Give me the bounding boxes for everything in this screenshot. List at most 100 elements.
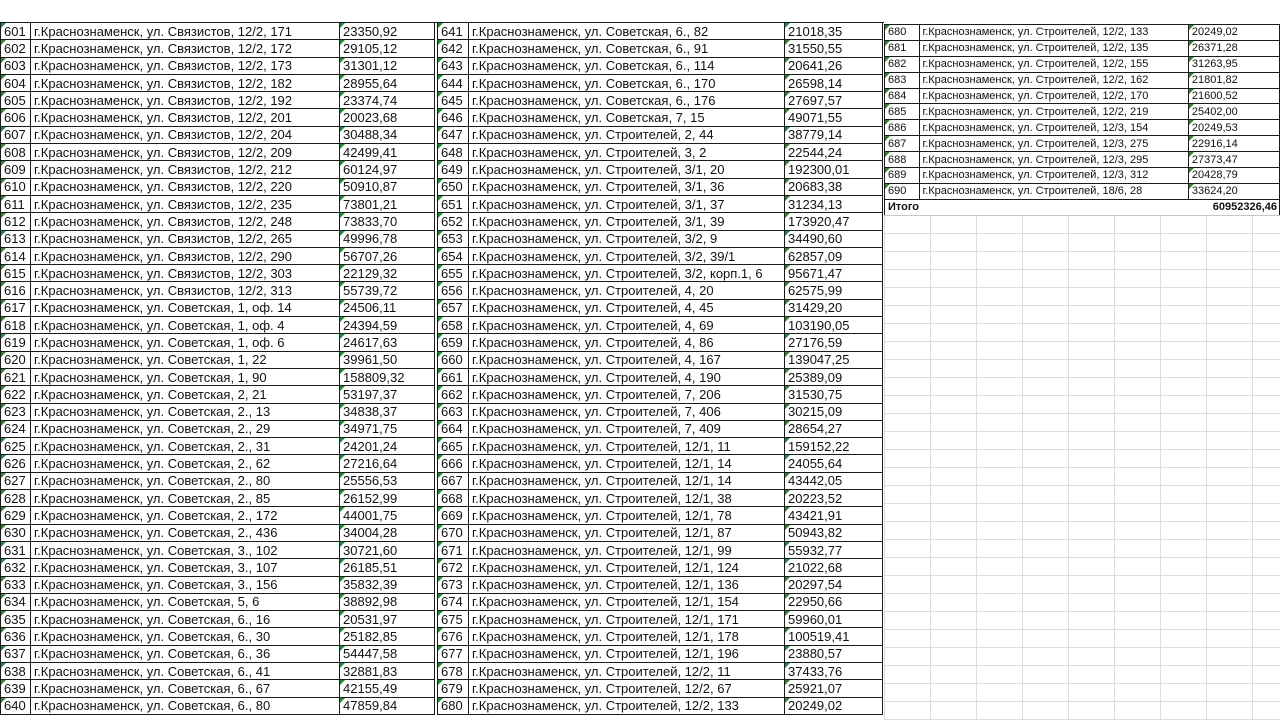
amount-cell[interactable]: 54447,58	[339, 644, 435, 663]
row-number-cell[interactable]: 688	[884, 151, 920, 169]
amount-cell[interactable]: 42155,49	[339, 679, 435, 698]
address-cell[interactable]: г.Краснознаменск, ул. Советская, 6., 16	[30, 610, 340, 629]
table-row[interactable]: 650 г.Краснознаменск, ул. Строителей, 3/1…	[437, 177, 883, 196]
table-row[interactable]: 615 г.Краснознаменск, ул. Связистов, 12/2…	[0, 264, 435, 283]
table-row[interactable]: 638 г.Краснознаменск, ул. Советская, 6., …	[0, 661, 435, 681]
amount-cell[interactable]: 50910,87	[339, 177, 435, 196]
row-number-cell[interactable]: 671	[437, 540, 469, 560]
table-row[interactable]: 673 г.Краснознаменск, ул. Строителей, 12/…	[437, 575, 883, 594]
table-row[interactable]: 626 г.Краснознаменск, ул. Советская, 2., …	[0, 454, 435, 473]
table-row[interactable]: 649 г.Краснознаменск, ул. Строителей, 3/1…	[437, 160, 883, 179]
amount-cell[interactable]: 21018,35	[784, 21, 883, 41]
address-cell[interactable]: г.Краснознаменск, ул. Советская, 2., 80	[30, 471, 340, 491]
amount-cell[interactable]: 49996,78	[339, 229, 435, 248]
address-cell[interactable]: г.Краснознаменск, ул. Советская, 1, оф. …	[30, 333, 340, 352]
row-number-cell[interactable]: 630	[0, 523, 31, 542]
row-number-cell[interactable]: 677	[437, 644, 469, 663]
address-cell[interactable]: г.Краснознаменск, ул. Связистов, 12/2, 2…	[30, 177, 340, 196]
table-row[interactable]: 612 г.Краснознаменск, ул. Связистов, 12/2…	[0, 212, 435, 231]
row-number-cell[interactable]: 624	[0, 419, 31, 439]
address-cell[interactable]: г.Краснознаменск, ул. Строителей, 12/1, …	[468, 627, 785, 646]
row-number-cell[interactable]: 639	[0, 679, 31, 698]
table-row[interactable]: 601 г.Краснознаменск, ул. Связистов, 12/2…	[0, 21, 435, 41]
amount-cell[interactable]: 23350,92	[339, 21, 435, 41]
amount-cell[interactable]: 159152,22	[784, 437, 883, 456]
address-cell[interactable]: г.Краснознаменск, ул. Строителей, 12/3, …	[918, 119, 1189, 137]
amount-cell[interactable]: 30215,09	[784, 402, 883, 421]
amount-cell[interactable]: 38779,14	[784, 125, 883, 145]
address-cell[interactable]: г.Краснознаменск, ул. Строителей, 12/2, …	[918, 55, 1189, 73]
address-cell[interactable]: г.Краснознаменск, ул. Советская, 2., 62	[30, 454, 340, 473]
row-number-cell[interactable]: 670	[437, 523, 469, 542]
address-cell[interactable]: г.Краснознаменск, ул. Советская, 6., 30	[30, 627, 340, 646]
amount-cell[interactable]: 21801,82	[1187, 71, 1280, 89]
amount-cell[interactable]: 31550,55	[784, 39, 883, 58]
amount-cell[interactable]: 22129,32	[339, 264, 435, 283]
address-cell[interactable]: г.Краснознаменск, ул. Советская, 6., 170	[468, 73, 785, 93]
table-row[interactable]: 640 г.Краснознаменск, ул. Советская, 6., …	[0, 696, 435, 715]
address-cell[interactable]: г.Краснознаменск, ул. Строителей, 18/6, …	[918, 182, 1189, 200]
table-row[interactable]: 631 г.Краснознаменск, ул. Советская, 3., …	[0, 540, 435, 560]
amount-cell[interactable]: 24617,63	[339, 333, 435, 352]
table-row[interactable]: 618 г.Краснознаменск, ул. Советская, 1, о…	[0, 316, 435, 335]
amount-cell[interactable]: 31234,13	[784, 194, 883, 214]
table-row[interactable]: 602 г.Краснознаменск, ул. Связистов, 12/2…	[0, 39, 435, 58]
amount-cell[interactable]: 24055,64	[784, 454, 883, 473]
table-row[interactable]: 614 г.Краснознаменск, ул. Связистов, 12/2…	[0, 246, 435, 266]
amount-cell[interactable]: 25389,09	[784, 367, 883, 387]
address-cell[interactable]: г.Краснознаменск, ул. Строителей, 7, 406	[468, 402, 785, 421]
amount-cell[interactable]: 192300,01	[784, 160, 883, 179]
address-cell[interactable]: г.Краснознаменск, ул. Строителей, 4, 20	[468, 281, 785, 300]
table-row[interactable]: 686 г.Краснознаменск, ул. Строителей, 12/…	[884, 119, 1280, 137]
row-number-cell[interactable]: 613	[0, 229, 31, 248]
row-number-cell[interactable]: 637	[0, 644, 31, 663]
address-cell[interactable]: г.Краснознаменск, ул. Советская, 1, 22	[30, 350, 340, 369]
row-number-cell[interactable]: 622	[0, 385, 31, 404]
row-number-cell[interactable]: 621	[0, 367, 31, 387]
address-cell[interactable]: г.Краснознаменск, ул. Строителей, 3/1, 3…	[468, 177, 785, 196]
table-row[interactable]: 642 г.Краснознаменск, ул. Советская, 6., …	[437, 39, 883, 58]
address-cell[interactable]: г.Краснознаменск, ул. Связистов, 12/2, 3…	[30, 281, 340, 300]
table-row[interactable]: 611 г.Краснознаменск, ул. Связистов, 12/2…	[0, 194, 435, 214]
row-number-cell[interactable]: 611	[0, 194, 31, 214]
amount-cell[interactable]: 20531,97	[339, 610, 435, 629]
amount-cell[interactable]: 35832,39	[339, 575, 435, 594]
address-cell[interactable]: г.Краснознаменск, ул. Строителей, 12/1, …	[468, 523, 785, 542]
table-row[interactable]: 688 г.Краснознаменск, ул. Строителей, 12/…	[884, 151, 1280, 169]
row-number-cell[interactable]: 635	[0, 610, 31, 629]
amount-cell[interactable]: 24506,11	[339, 298, 435, 318]
amount-cell[interactable]: 37433,76	[784, 661, 883, 681]
address-cell[interactable]: г.Краснознаменск, ул. Строителей, 12/2, …	[918, 24, 1189, 41]
table-row[interactable]: 658 г.Краснознаменск, ул. Строителей, 4, …	[437, 316, 883, 335]
table-row[interactable]: 625 г.Краснознаменск, ул. Советская, 2., …	[0, 437, 435, 456]
row-number-cell[interactable]: 603	[0, 56, 31, 75]
row-number-cell[interactable]: 628	[0, 489, 31, 508]
amount-cell[interactable]: 38892,98	[339, 592, 435, 612]
row-number-cell[interactable]: 602	[0, 39, 31, 58]
amount-cell[interactable]: 31301,12	[339, 56, 435, 75]
row-number-cell[interactable]: 617	[0, 298, 31, 318]
amount-cell[interactable]: 20249,53	[1187, 119, 1280, 137]
amount-cell[interactable]: 95671,47	[784, 264, 883, 283]
row-number-cell[interactable]: 680	[437, 696, 469, 715]
table-row[interactable]: 683 г.Краснознаменск, ул. Строителей, 12/…	[884, 71, 1280, 89]
address-cell[interactable]: г.Краснознаменск, ул. Строителей, 3/2, 3…	[468, 246, 785, 266]
row-number-cell[interactable]: 681	[884, 39, 920, 57]
amount-cell[interactable]: 62857,09	[784, 246, 883, 266]
address-cell[interactable]: г.Краснознаменск, ул. Строителей, 4, 86	[468, 333, 785, 352]
row-number-cell[interactable]: 632	[0, 558, 31, 577]
address-cell[interactable]: г.Краснознаменск, ул. Советская, 6., 67	[30, 679, 340, 698]
row-number-cell[interactable]: 644	[437, 73, 469, 93]
amount-cell[interactable]: 62575,99	[784, 281, 883, 300]
amount-cell[interactable]: 22916,14	[1187, 135, 1280, 153]
amount-cell[interactable]: 34490,60	[784, 229, 883, 248]
row-number-cell[interactable]: 668	[437, 489, 469, 508]
table-row[interactable]: 627 г.Краснознаменск, ул. Советская, 2., …	[0, 471, 435, 491]
amount-cell[interactable]: 27697,57	[784, 91, 883, 110]
amount-cell[interactable]: 30721,60	[339, 540, 435, 560]
row-number-cell[interactable]: 648	[437, 143, 469, 162]
table-row[interactable]: 613 г.Краснознаменск, ул. Связистов, 12/2…	[0, 229, 435, 248]
table-row[interactable]: 635 г.Краснознаменск, ул. Советская, 6., …	[0, 610, 435, 629]
row-number-cell[interactable]: 620	[0, 350, 31, 369]
row-number-cell[interactable]: 651	[437, 194, 469, 214]
